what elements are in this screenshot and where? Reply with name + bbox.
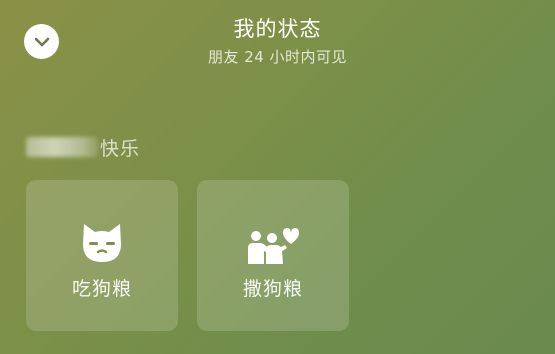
page-header: 我的状态 朋友 24 小时内可见 [0,14,555,68]
page-title: 我的状态 [233,17,322,41]
cat-face-icon [83,224,121,262]
status-card-show-affection[interactable]: 撒狗粮 [197,180,349,331]
friend-status-text: 快乐 [100,137,141,160]
blurred-friend-name [26,137,98,157]
status-card-eat-dog-food[interactable]: 吃狗粮 [26,180,178,331]
hug-heart-icon [248,228,299,264]
card-label: 吃狗粮 [71,278,132,300]
card-label: 撒狗粮 [242,278,303,300]
page-subtitle: 朋友 24 小时内可见 [207,48,348,66]
friend-status-row: 快乐 [26,134,140,160]
